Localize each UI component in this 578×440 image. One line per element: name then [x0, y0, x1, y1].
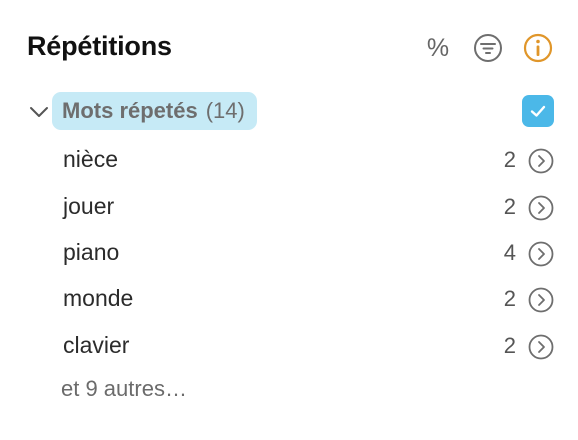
group-row-mots-repetes[interactable]: Mots répetés (14): [28, 92, 558, 132]
word-count: 4: [503, 240, 516, 265]
more-items-link[interactable]: et 9 autres…: [61, 374, 187, 404]
list-item[interactable]: monde 2: [0, 277, 578, 323]
group-pill[interactable]: Mots répetés (14): [52, 92, 257, 130]
list-item[interactable]: jouer 2: [0, 185, 578, 231]
chevron-right-circle-icon[interactable]: [528, 287, 554, 313]
word-count: 2: [503, 286, 516, 311]
panel-title: Répétitions: [27, 31, 172, 61]
chevron-down-icon[interactable]: [28, 100, 50, 122]
list-item[interactable]: nièce 2: [0, 138, 578, 184]
word-label: nièce: [63, 146, 118, 172]
checkmark-icon: [530, 105, 546, 117]
word-label: jouer: [63, 193, 115, 219]
word-label: monde: [63, 285, 134, 311]
list-item[interactable]: piano 4: [0, 231, 578, 277]
chevron-right-circle-icon[interactable]: [528, 195, 554, 221]
info-icon[interactable]: [522, 32, 554, 64]
group-label: Mots répetés: [62, 98, 198, 123]
word-count: 2: [503, 194, 516, 219]
percent-icon[interactable]: %: [422, 32, 454, 64]
group-checkbox[interactable]: [522, 95, 554, 127]
filter-icon[interactable]: [472, 32, 504, 64]
group-count: (14): [205, 98, 245, 123]
chevron-right-circle-icon[interactable]: [528, 148, 554, 174]
chevron-right-circle-icon[interactable]: [528, 334, 554, 360]
list-item[interactable]: clavier 2: [0, 324, 578, 370]
word-label: piano: [63, 239, 120, 265]
word-label: clavier: [63, 332, 130, 358]
word-count: 2: [503, 333, 516, 358]
word-count: 2: [503, 147, 516, 172]
chevron-right-circle-icon[interactable]: [528, 241, 554, 267]
